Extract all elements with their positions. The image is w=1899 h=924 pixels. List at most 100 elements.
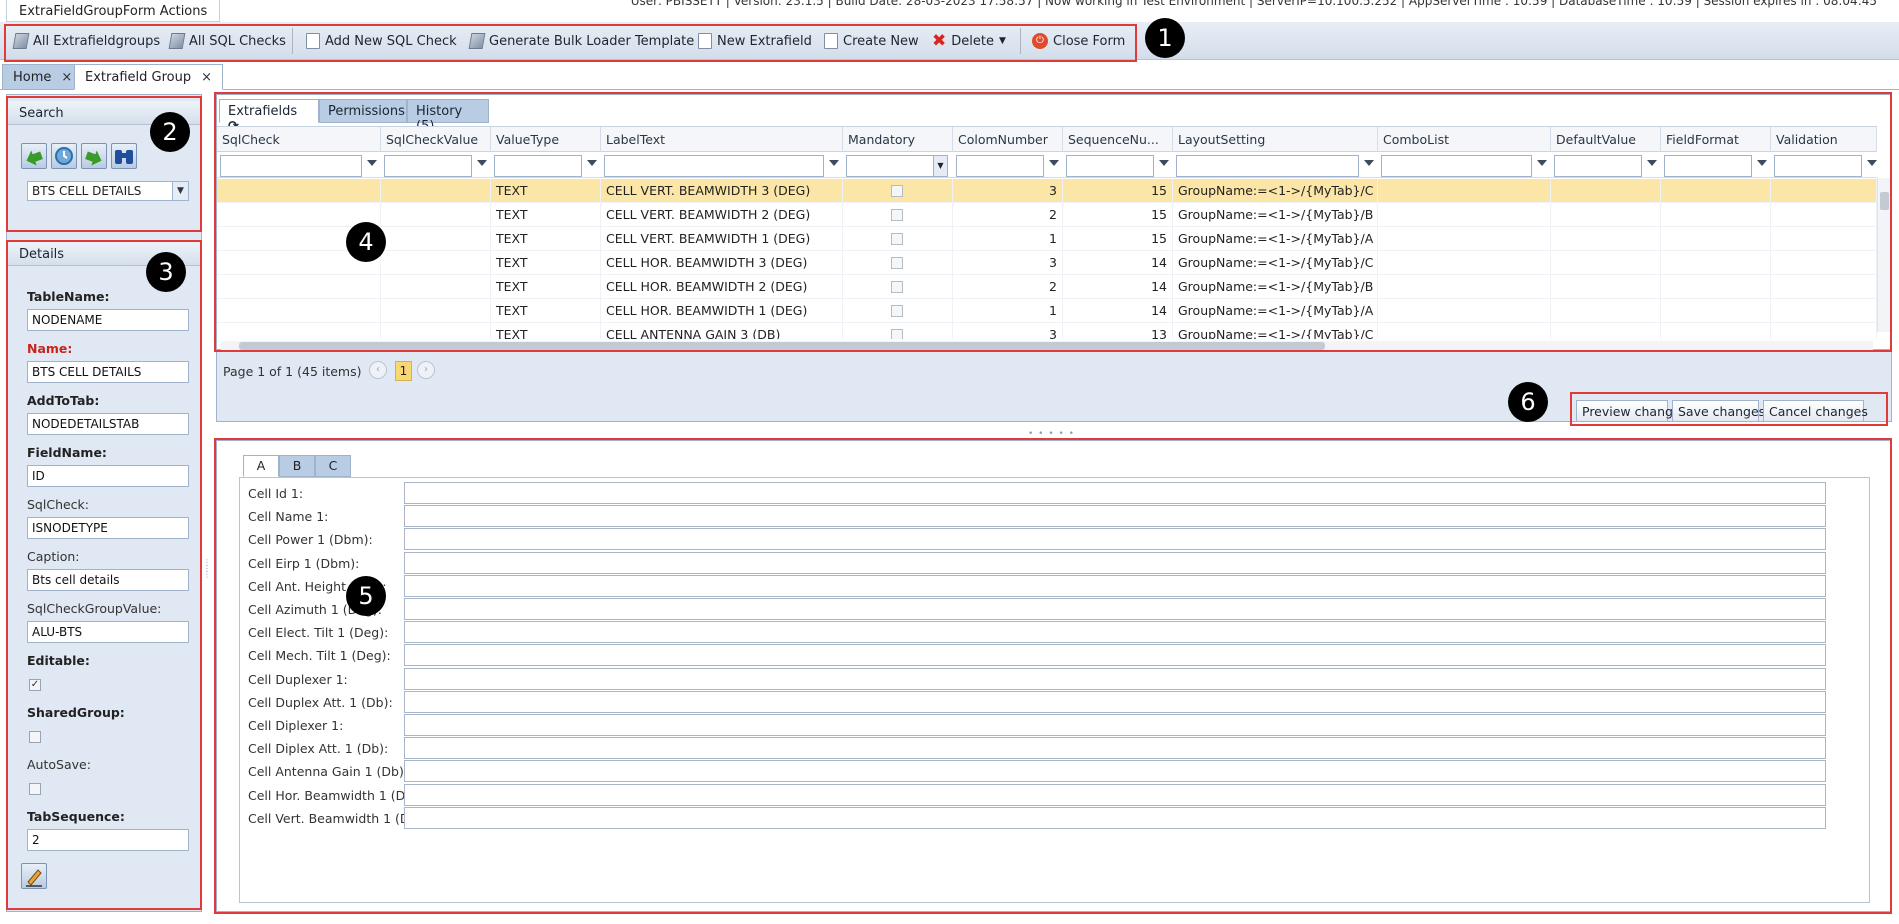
table-cell[interactable] bbox=[1551, 275, 1661, 299]
table-cell[interactable] bbox=[1771, 299, 1877, 323]
table-cell[interactable]: GroupName:=<1->/{MyTab}/C bbox=[1173, 179, 1378, 203]
mandatory-checkbox[interactable] bbox=[891, 233, 903, 245]
table-cell[interactable] bbox=[1378, 227, 1551, 251]
table-row[interactable]: TEXT CELL HOR. BEAMWIDTH 2 (DEG) 2 14 GroupN… bbox=[217, 275, 1877, 299]
table-cell[interactable]: CELL VERT. BEAMWIDTH 3 (DEG) bbox=[601, 179, 843, 203]
pager-next-button[interactable]: › bbox=[417, 361, 435, 379]
autosave-checkbox[interactable] bbox=[29, 783, 41, 795]
table-row[interactable]: TEXT CELL HOR. BEAMWIDTH 3 (DEG) 3 14 GroupN… bbox=[217, 251, 1877, 275]
pencil-icon[interactable] bbox=[21, 863, 47, 889]
table-cell[interactable]: 3 bbox=[953, 179, 1063, 203]
filter-input[interactable] bbox=[1774, 155, 1862, 177]
table-cell[interactable]: TEXT bbox=[491, 179, 601, 203]
filter-icon[interactable] bbox=[1159, 160, 1169, 166]
column-header-labeltext[interactable]: LabelText bbox=[601, 127, 843, 153]
form-field-input[interactable] bbox=[404, 505, 1826, 528]
table-cell[interactable]: 1 bbox=[953, 227, 1063, 251]
scrollbar-thumb[interactable] bbox=[239, 342, 1325, 350]
table-cell[interactable]: 3 bbox=[953, 323, 1063, 339]
form-field-input[interactable] bbox=[404, 644, 1826, 667]
form-field-input[interactable] bbox=[404, 806, 1826, 829]
table-cell[interactable] bbox=[1378, 179, 1551, 203]
mandatory-cell[interactable] bbox=[843, 275, 953, 299]
column-header-fieldformat[interactable]: FieldFormat bbox=[1661, 127, 1771, 153]
table-cell[interactable]: 13 bbox=[1063, 323, 1173, 339]
table-cell[interactable] bbox=[1661, 299, 1771, 323]
column-header-defaultvalue[interactable]: DefaultValue bbox=[1551, 127, 1661, 153]
filter-input[interactable] bbox=[1066, 155, 1154, 177]
table-cell[interactable] bbox=[1378, 323, 1551, 339]
table-cell[interactable] bbox=[1661, 251, 1771, 275]
splitter-handle[interactable]: • • • • • bbox=[216, 429, 1892, 439]
table-cell[interactable] bbox=[381, 203, 491, 227]
tab-permissions[interactable]: Permissions bbox=[319, 99, 407, 123]
table-cell[interactable]: GroupName:=<1->/{MyTab}/B bbox=[1173, 203, 1378, 227]
table-cell[interactable] bbox=[217, 323, 381, 339]
close-icon[interactable]: × bbox=[61, 70, 72, 85]
close-form-button[interactable]: ⏻ Close Form bbox=[1032, 30, 1125, 52]
table-cell[interactable]: CELL HOR. BEAMWIDTH 2 (DEG) bbox=[601, 275, 843, 299]
table-cell[interactable]: 1 bbox=[953, 299, 1063, 323]
table-cell[interactable] bbox=[381, 227, 491, 251]
form-field-input[interactable] bbox=[404, 737, 1826, 760]
table-cell[interactable]: CELL VERT. BEAMWIDTH 2 (DEG) bbox=[601, 203, 843, 227]
table-cell[interactable] bbox=[1771, 323, 1877, 339]
search-select[interactable]: BTS CELL DETAILS ▼ bbox=[27, 181, 189, 201]
table-cell[interactable]: GroupName:=<1->/{MyTab}/C bbox=[1173, 323, 1378, 339]
panel-resize-handle[interactable]: ⋮ ⋮ ⋮ bbox=[203, 559, 211, 590]
mandatory-checkbox[interactable] bbox=[891, 257, 903, 269]
save-changes-button[interactable]: Save changes bbox=[1672, 400, 1765, 422]
table-cell[interactable] bbox=[381, 251, 491, 275]
table-cell[interactable]: TEXT bbox=[491, 299, 601, 323]
filter-select[interactable]: ▼ bbox=[846, 155, 948, 177]
table-cell[interactable] bbox=[1551, 203, 1661, 227]
filter-icon[interactable] bbox=[1049, 160, 1059, 166]
mandatory-checkbox[interactable] bbox=[891, 185, 903, 197]
filter-input[interactable] bbox=[956, 155, 1044, 177]
forward-arrow-icon[interactable] bbox=[81, 143, 107, 169]
table-cell[interactable]: 2 bbox=[953, 275, 1063, 299]
table-cell[interactable] bbox=[1551, 299, 1661, 323]
filter-icon[interactable] bbox=[1537, 160, 1547, 166]
table-cell[interactable] bbox=[1378, 251, 1551, 275]
back-arrow-icon[interactable] bbox=[21, 143, 47, 169]
table-cell[interactable]: 14 bbox=[1063, 275, 1173, 299]
table-row[interactable]: TEXT CELL VERT. BEAMWIDTH 2 (DEG) 2 15 Group… bbox=[217, 203, 1877, 227]
table-cell[interactable]: 14 bbox=[1063, 299, 1173, 323]
table-cell[interactable] bbox=[1661, 275, 1771, 299]
table-cell[interactable] bbox=[1771, 179, 1877, 203]
table-cell[interactable] bbox=[1661, 323, 1771, 339]
sqlcheckgroupvalue-field[interactable]: ALU-BTS bbox=[27, 621, 189, 643]
table-cell[interactable]: TEXT bbox=[491, 275, 601, 299]
addtotab-field[interactable]: NODEDETAILSTAB bbox=[27, 413, 189, 435]
table-cell[interactable]: GroupName:=<1->/{MyTab}/B bbox=[1173, 275, 1378, 299]
table-row[interactable]: TEXT CELL VERT. BEAMWIDTH 1 (DEG) 1 15 Group… bbox=[217, 227, 1877, 251]
chevron-down-icon[interactable]: ▼ bbox=[933, 156, 947, 176]
form-field-input[interactable] bbox=[404, 528, 1826, 551]
form-field-input[interactable] bbox=[404, 482, 1826, 504]
mandatory-checkbox[interactable] bbox=[891, 305, 903, 317]
mandatory-cell[interactable] bbox=[843, 299, 953, 323]
mandatory-cell[interactable] bbox=[843, 179, 953, 203]
table-cell[interactable] bbox=[1551, 227, 1661, 251]
mandatory-cell[interactable] bbox=[843, 323, 953, 339]
tab-b[interactable]: B bbox=[279, 455, 315, 477]
table-cell[interactable] bbox=[1378, 299, 1551, 323]
filter-icon[interactable] bbox=[1757, 160, 1767, 166]
generate-bulk-loader-template-button[interactable]: Generate Bulk Loader Template bbox=[468, 30, 694, 52]
table-cell[interactable]: CELL HOR. BEAMWIDTH 3 (DEG) bbox=[601, 251, 843, 275]
table-cell[interactable]: TEXT bbox=[491, 251, 601, 275]
table-cell[interactable]: 15 bbox=[1063, 179, 1173, 203]
table-cell[interactable] bbox=[217, 299, 381, 323]
filter-input[interactable] bbox=[220, 155, 362, 177]
filter-icon[interactable] bbox=[829, 160, 839, 166]
column-header-sqlcheckvalue[interactable]: SqlCheckValue bbox=[381, 127, 491, 153]
pager-current-page[interactable]: 1 bbox=[395, 361, 412, 381]
table-cell[interactable] bbox=[381, 323, 491, 339]
table-cell[interactable] bbox=[1551, 251, 1661, 275]
sharedgroup-checkbox[interactable] bbox=[29, 731, 41, 743]
table-cell[interactable] bbox=[217, 275, 381, 299]
filter-input[interactable] bbox=[1664, 155, 1752, 177]
table-cell[interactable]: GroupName:=<1->/{MyTab}/C bbox=[1173, 251, 1378, 275]
mandatory-cell[interactable] bbox=[843, 203, 953, 227]
